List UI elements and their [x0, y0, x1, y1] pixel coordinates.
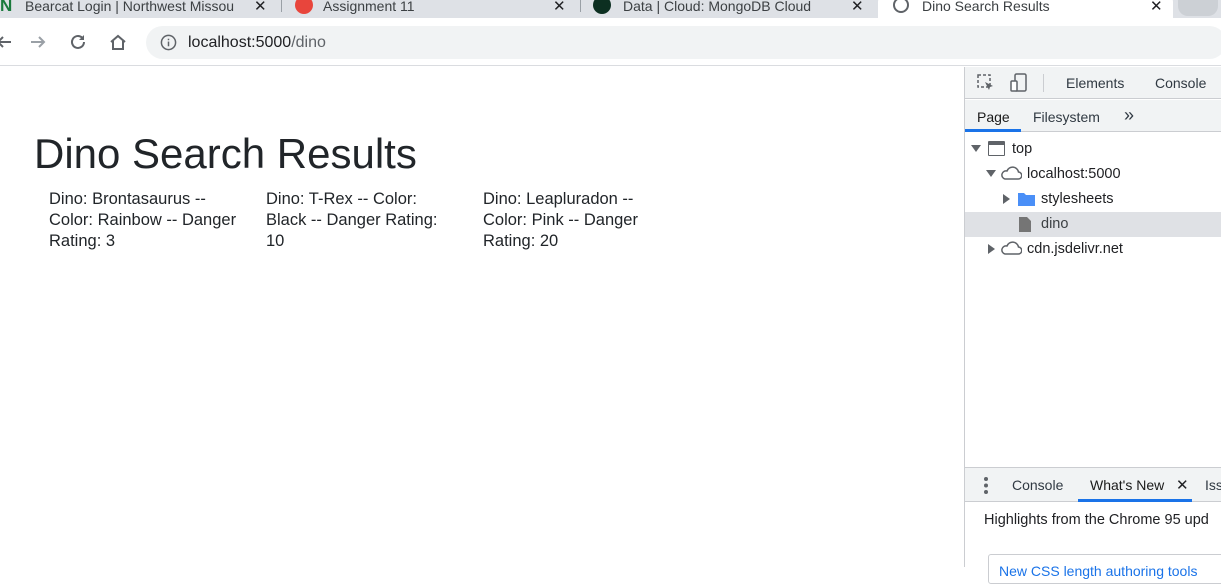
page-title: Dino Search Results [34, 130, 417, 177]
tree-item-top[interactable]: top [965, 137, 1221, 162]
globe-icon [893, 0, 909, 13]
close-tab-icon[interactable]: ✕ [1150, 0, 1163, 15]
dino-item: Dino: T-Rex -- Color: Black -- Danger Ra… [266, 190, 438, 250]
url-host: localhost:5000 [188, 34, 292, 51]
devtools-main-toolbar: Elements Console [965, 67, 1221, 99]
card-link[interactable]: New CSS length authoring tools [999, 563, 1197, 579]
sources-navigator-tabs: Page Filesystem » [965, 100, 1221, 132]
selected-tab-indicator [965, 129, 1021, 132]
toolbar-divider [1043, 74, 1044, 92]
more-tabs-icon[interactable]: » [1124, 105, 1134, 126]
drawer-menu-icon[interactable] [984, 477, 988, 494]
mongodb-leaf-icon [593, 0, 611, 14]
site-info-icon[interactable] [160, 34, 177, 56]
expand-arrow-icon[interactable] [971, 145, 981, 152]
tree-label: dino [1041, 216, 1069, 232]
home-button[interactable] [106, 30, 130, 54]
tab-console[interactable]: Console [1155, 75, 1206, 91]
selected-tab-indicator [1078, 499, 1192, 502]
tab-mongodb[interactable]: Data | Cloud: MongoDB Cloud ✕ [590, 0, 875, 18]
forward-button[interactable] [26, 30, 50, 54]
dino-item: Dino: Brontasaurus -- Color: Rainbow -- … [49, 190, 237, 250]
page-content: Dino Search Results Dino: Brontasaurus -… [0, 67, 964, 567]
close-icon[interactable]: ✕ [1176, 476, 1189, 494]
tree-label: localhost:5000 [1027, 166, 1121, 182]
folder-icon [1017, 191, 1036, 211]
tab-strip: N Bearcat Login | Northwest Missou ✕ Ass… [0, 0, 1221, 18]
drawer-tab-console[interactable]: Console [1012, 477, 1063, 493]
drawer-tab-whats-new[interactable]: What's New [1090, 477, 1164, 493]
close-tab-icon[interactable]: ✕ [254, 0, 267, 15]
cloud-icon [1000, 240, 1023, 260]
collapse-arrow-icon[interactable] [988, 244, 995, 254]
new-tab-button[interactable] [1178, 0, 1218, 16]
devtools-panel: Elements Console Page Filesystem » top l… [964, 67, 1221, 584]
tree-item-dino[interactable]: dino [965, 212, 1221, 237]
tab-title: Assignment 11 [323, 0, 415, 14]
collapse-arrow-icon[interactable] [1003, 194, 1010, 204]
tree-label: top [1012, 141, 1033, 157]
tab-page[interactable]: Page [977, 109, 1010, 125]
northwest-logo-icon: N [0, 0, 13, 15]
tab-title: Dino Search Results [922, 0, 1050, 14]
url-text[interactable]: localhost:5000/dino [188, 34, 326, 52]
browser-toolbar: localhost:5000/dino [0, 18, 1221, 66]
cloud-icon [1000, 165, 1023, 185]
reload-button[interactable] [66, 30, 90, 54]
dino-item: Dino: Leapluradon -- Color: Pink -- Dang… [483, 190, 638, 250]
whats-new-card[interactable]: New CSS length authoring tools [988, 554, 1221, 584]
back-button[interactable] [0, 30, 16, 54]
close-tab-icon[interactable]: ✕ [553, 0, 566, 15]
close-tab-icon[interactable]: ✕ [851, 0, 864, 15]
url-path: /dino [291, 34, 326, 51]
tree-item-stylesheets[interactable]: stylesheets [965, 187, 1221, 212]
tree-label: stylesheets [1041, 191, 1114, 207]
tree-item-localhost[interactable]: localhost:5000 [965, 162, 1221, 187]
file-icon [1018, 216, 1032, 237]
tab-dino-search-results[interactable]: Dino Search Results ✕ [878, 0, 1173, 18]
tree-item-cdn[interactable]: cdn.jsdelivr.net [965, 237, 1221, 262]
devtools-drawer: Console What's New ✕ Iss Highlights from… [965, 467, 1221, 584]
tab-bearcat-login[interactable]: N Bearcat Login | Northwest Missou ✕ [0, 0, 270, 18]
drawer-tabbar: Console What's New ✕ Iss [965, 468, 1221, 502]
tab-assignment[interactable]: Assignment 11 ✕ [290, 0, 575, 18]
tab-separator [281, 0, 282, 12]
device-toggle-icon[interactable] [1010, 73, 1028, 98]
tree-label: cdn.jsdelivr.net [1027, 241, 1123, 257]
tab-title: Bearcat Login | Northwest Missou [25, 0, 235, 14]
expand-arrow-icon[interactable] [986, 170, 996, 177]
app-logo-icon [295, 0, 313, 14]
tab-separator [580, 0, 581, 12]
tab-filesystem[interactable]: Filesystem [1033, 109, 1100, 125]
frame-icon [988, 141, 1005, 156]
whats-new-heading: Highlights from the Chrome 95 upd [984, 512, 1209, 528]
tab-title: Data | Cloud: MongoDB Cloud [623, 0, 812, 14]
drawer-tab-issues[interactable]: Iss [1205, 477, 1221, 493]
inspect-element-icon[interactable] [977, 74, 995, 97]
tab-elements[interactable]: Elements [1066, 75, 1124, 91]
address-bar[interactable]: localhost:5000/dino [146, 26, 1221, 59]
